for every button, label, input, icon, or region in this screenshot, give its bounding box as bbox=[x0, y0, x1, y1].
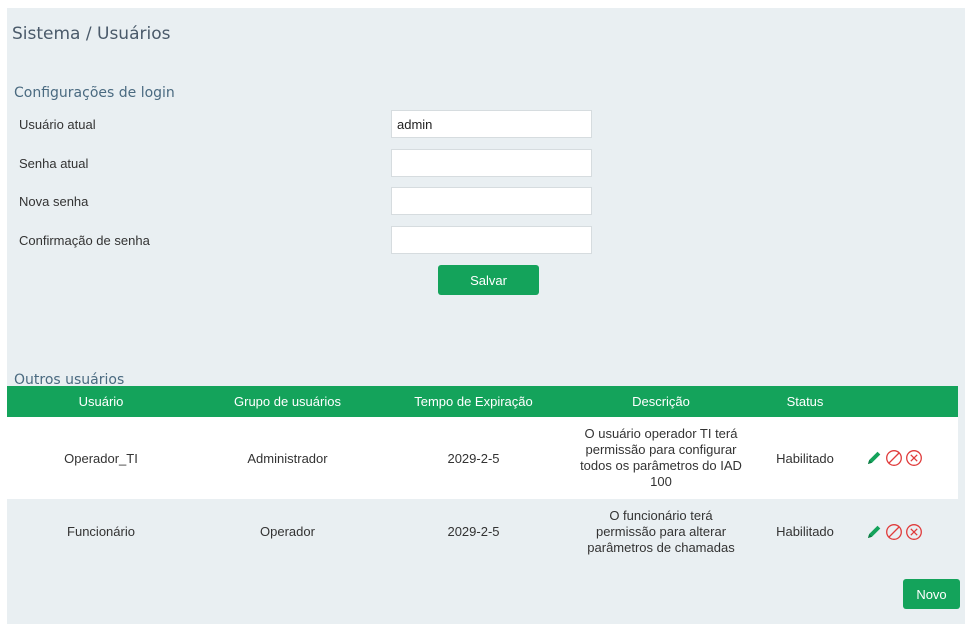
login-settings-title: Configurações de login bbox=[14, 85, 175, 101]
new-password-label: Nova senha bbox=[19, 194, 89, 209]
cell-group: Administrador bbox=[247, 450, 328, 466]
page-title: Sistema / Usuários bbox=[12, 24, 171, 44]
save-button[interactable]: Salvar bbox=[438, 265, 539, 295]
cell-user: Operador_TI bbox=[64, 450, 138, 466]
prohibit-icon[interactable] bbox=[885, 523, 903, 541]
current-user-input[interactable] bbox=[391, 110, 592, 138]
cell-description: O usuário operador TI terá permissão par… bbox=[580, 426, 742, 489]
column-header-user: Usuário bbox=[78, 394, 124, 409]
column-header-description: Descrição bbox=[632, 394, 690, 409]
new-password-input[interactable] bbox=[391, 187, 592, 215]
new-password-row: Nova senha bbox=[19, 187, 594, 217]
pencil-icon[interactable] bbox=[865, 523, 883, 541]
circle-x-icon[interactable] bbox=[905, 523, 923, 541]
confirm-password-input[interactable] bbox=[391, 226, 592, 254]
current-password-row: Senha atual bbox=[19, 149, 594, 179]
column-header-expiration: Tempo de Expiração bbox=[414, 394, 533, 409]
cell-status: Habilitado bbox=[776, 524, 834, 539]
current-password-input[interactable] bbox=[391, 149, 592, 177]
circle-x-icon[interactable] bbox=[905, 449, 923, 467]
pencil-icon[interactable] bbox=[865, 449, 883, 467]
cell-user: Funcionário bbox=[67, 524, 135, 539]
cell-expiration: 2029-2-5 bbox=[447, 450, 500, 466]
cell-group: Operador bbox=[260, 524, 315, 539]
column-header-status: Status bbox=[786, 394, 824, 409]
current-user-row: Usuário atual bbox=[19, 110, 594, 140]
cell-actions bbox=[855, 499, 958, 564]
users-table: Usuário Grupo de usuários Tempo de Expir… bbox=[7, 386, 958, 564]
cell-description: O funcionário terá permissão para altera… bbox=[587, 507, 735, 555]
new-user-button[interactable]: Novo bbox=[903, 579, 960, 609]
column-header-actions bbox=[855, 386, 958, 417]
cell-expiration: 2029-2-5 bbox=[447, 524, 500, 539]
table-row: Operador_TI Administrador 2029-2-5 O usu… bbox=[7, 417, 958, 499]
current-user-label: Usuário atual bbox=[19, 117, 96, 132]
prohibit-icon[interactable] bbox=[885, 449, 903, 467]
column-header-group: Grupo de usuários bbox=[234, 394, 341, 409]
cell-status: Habilitado bbox=[776, 450, 834, 466]
confirm-password-row: Confirmação de senha bbox=[19, 226, 594, 256]
confirm-password-label: Confirmação de senha bbox=[19, 233, 150, 248]
cell-actions bbox=[855, 417, 958, 499]
table-row: Funcionário Operador 2029-2-5 O funcioná… bbox=[7, 499, 958, 564]
current-password-label: Senha atual bbox=[19, 156, 89, 171]
table-header: Usuário Grupo de usuários Tempo de Expir… bbox=[7, 386, 958, 417]
